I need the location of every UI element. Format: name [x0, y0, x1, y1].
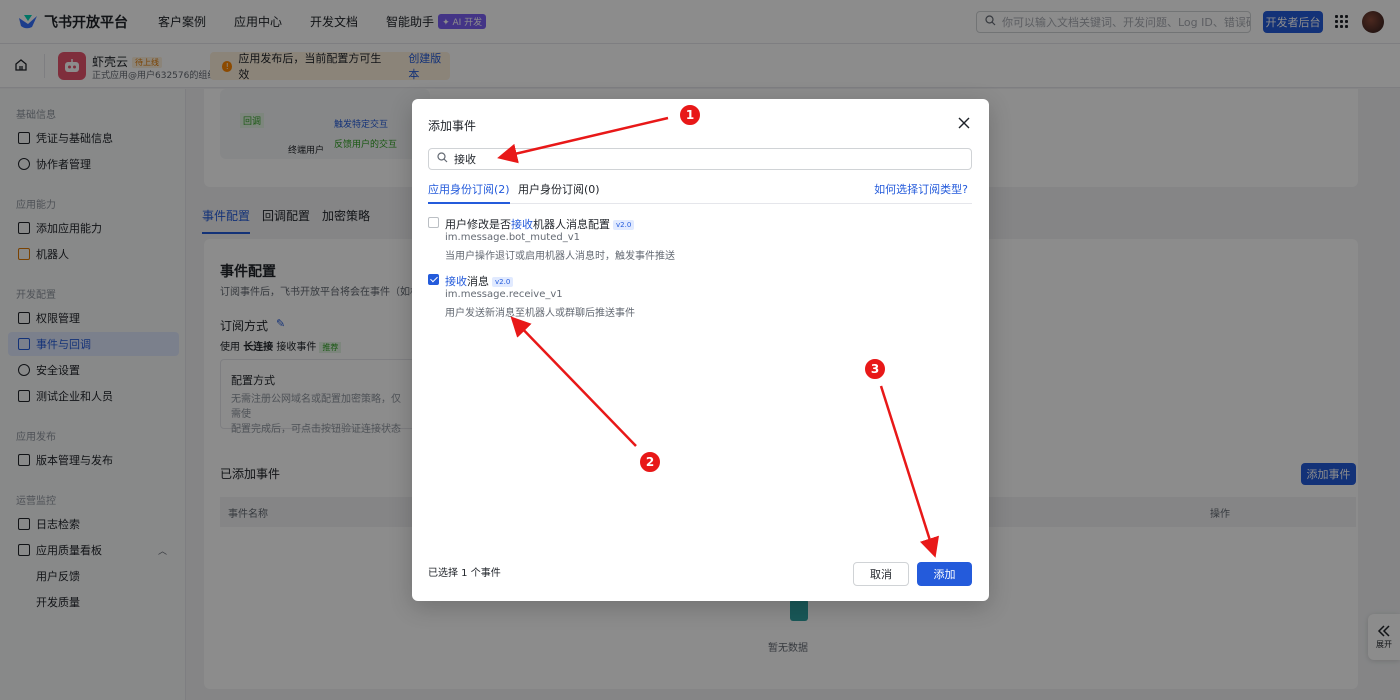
event-key: im.message.bot_muted_v1 — [445, 232, 580, 243]
event-name-highlight: 接收 — [445, 275, 467, 288]
event-name: 用户修改是否接收机器人消息配置 v2.0 — [445, 216, 635, 232]
event-name-post: 消息 — [467, 275, 489, 288]
event-search-input[interactable] — [454, 152, 934, 166]
dialog-title: 添加事件 — [428, 119, 477, 133]
event-checkbox[interactable] — [428, 274, 439, 285]
event-item-bot-muted[interactable]: 用户修改是否接收机器人消息配置 v2.0 im.message.bot_muted… — [428, 216, 968, 262]
version-badge: v2.0 — [613, 220, 635, 230]
add-button[interactable]: 添加 — [917, 562, 972, 586]
event-key: im.message.receive_v1 — [445, 289, 563, 300]
event-item-receive-message[interactable]: 接收消息 v2.0 im.message.receive_v1 用户发送新消息至机… — [428, 273, 968, 319]
event-name: 接收消息 v2.0 — [445, 273, 514, 289]
subscription-tabs: 应用身份订阅(2) 用户身份订阅(0) 如何选择订阅类型? — [428, 181, 972, 204]
event-desc: 当用户操作退订或启用机器人消息时，触发事件推送 — [445, 251, 675, 262]
event-name-highlight: 接收 — [511, 218, 533, 231]
event-desc: 用户发送新消息至机器人或群聊后推送事件 — [445, 308, 635, 319]
event-search-field[interactable] — [428, 148, 972, 170]
tab-user-subscription[interactable]: 用户身份订阅(0) — [518, 181, 600, 204]
annotation-badge-2: 2 — [639, 451, 661, 473]
annotation-badge-1: 1 — [679, 104, 701, 126]
event-name-post: 机器人消息配置 — [533, 218, 610, 231]
close-icon[interactable] — [957, 116, 971, 130]
selected-count: 已选择 1 个事件 — [428, 568, 501, 579]
add-event-dialog: 添加事件 应用身份订阅(2) 用户身份订阅(0) 如何选择订阅类型? 用户修改是… — [412, 99, 989, 601]
event-name-pre: 用户修改是否 — [445, 218, 511, 231]
annotation-badge-3: 3 — [864, 358, 886, 380]
search-icon — [437, 152, 448, 166]
tab-app-subscription[interactable]: 应用身份订阅(2) — [428, 181, 510, 204]
cancel-button[interactable]: 取消 — [853, 562, 909, 586]
subscription-help-link[interactable]: 如何选择订阅类型? — [874, 181, 968, 197]
event-checkbox[interactable] — [428, 217, 439, 228]
version-badge: v2.0 — [492, 277, 514, 287]
